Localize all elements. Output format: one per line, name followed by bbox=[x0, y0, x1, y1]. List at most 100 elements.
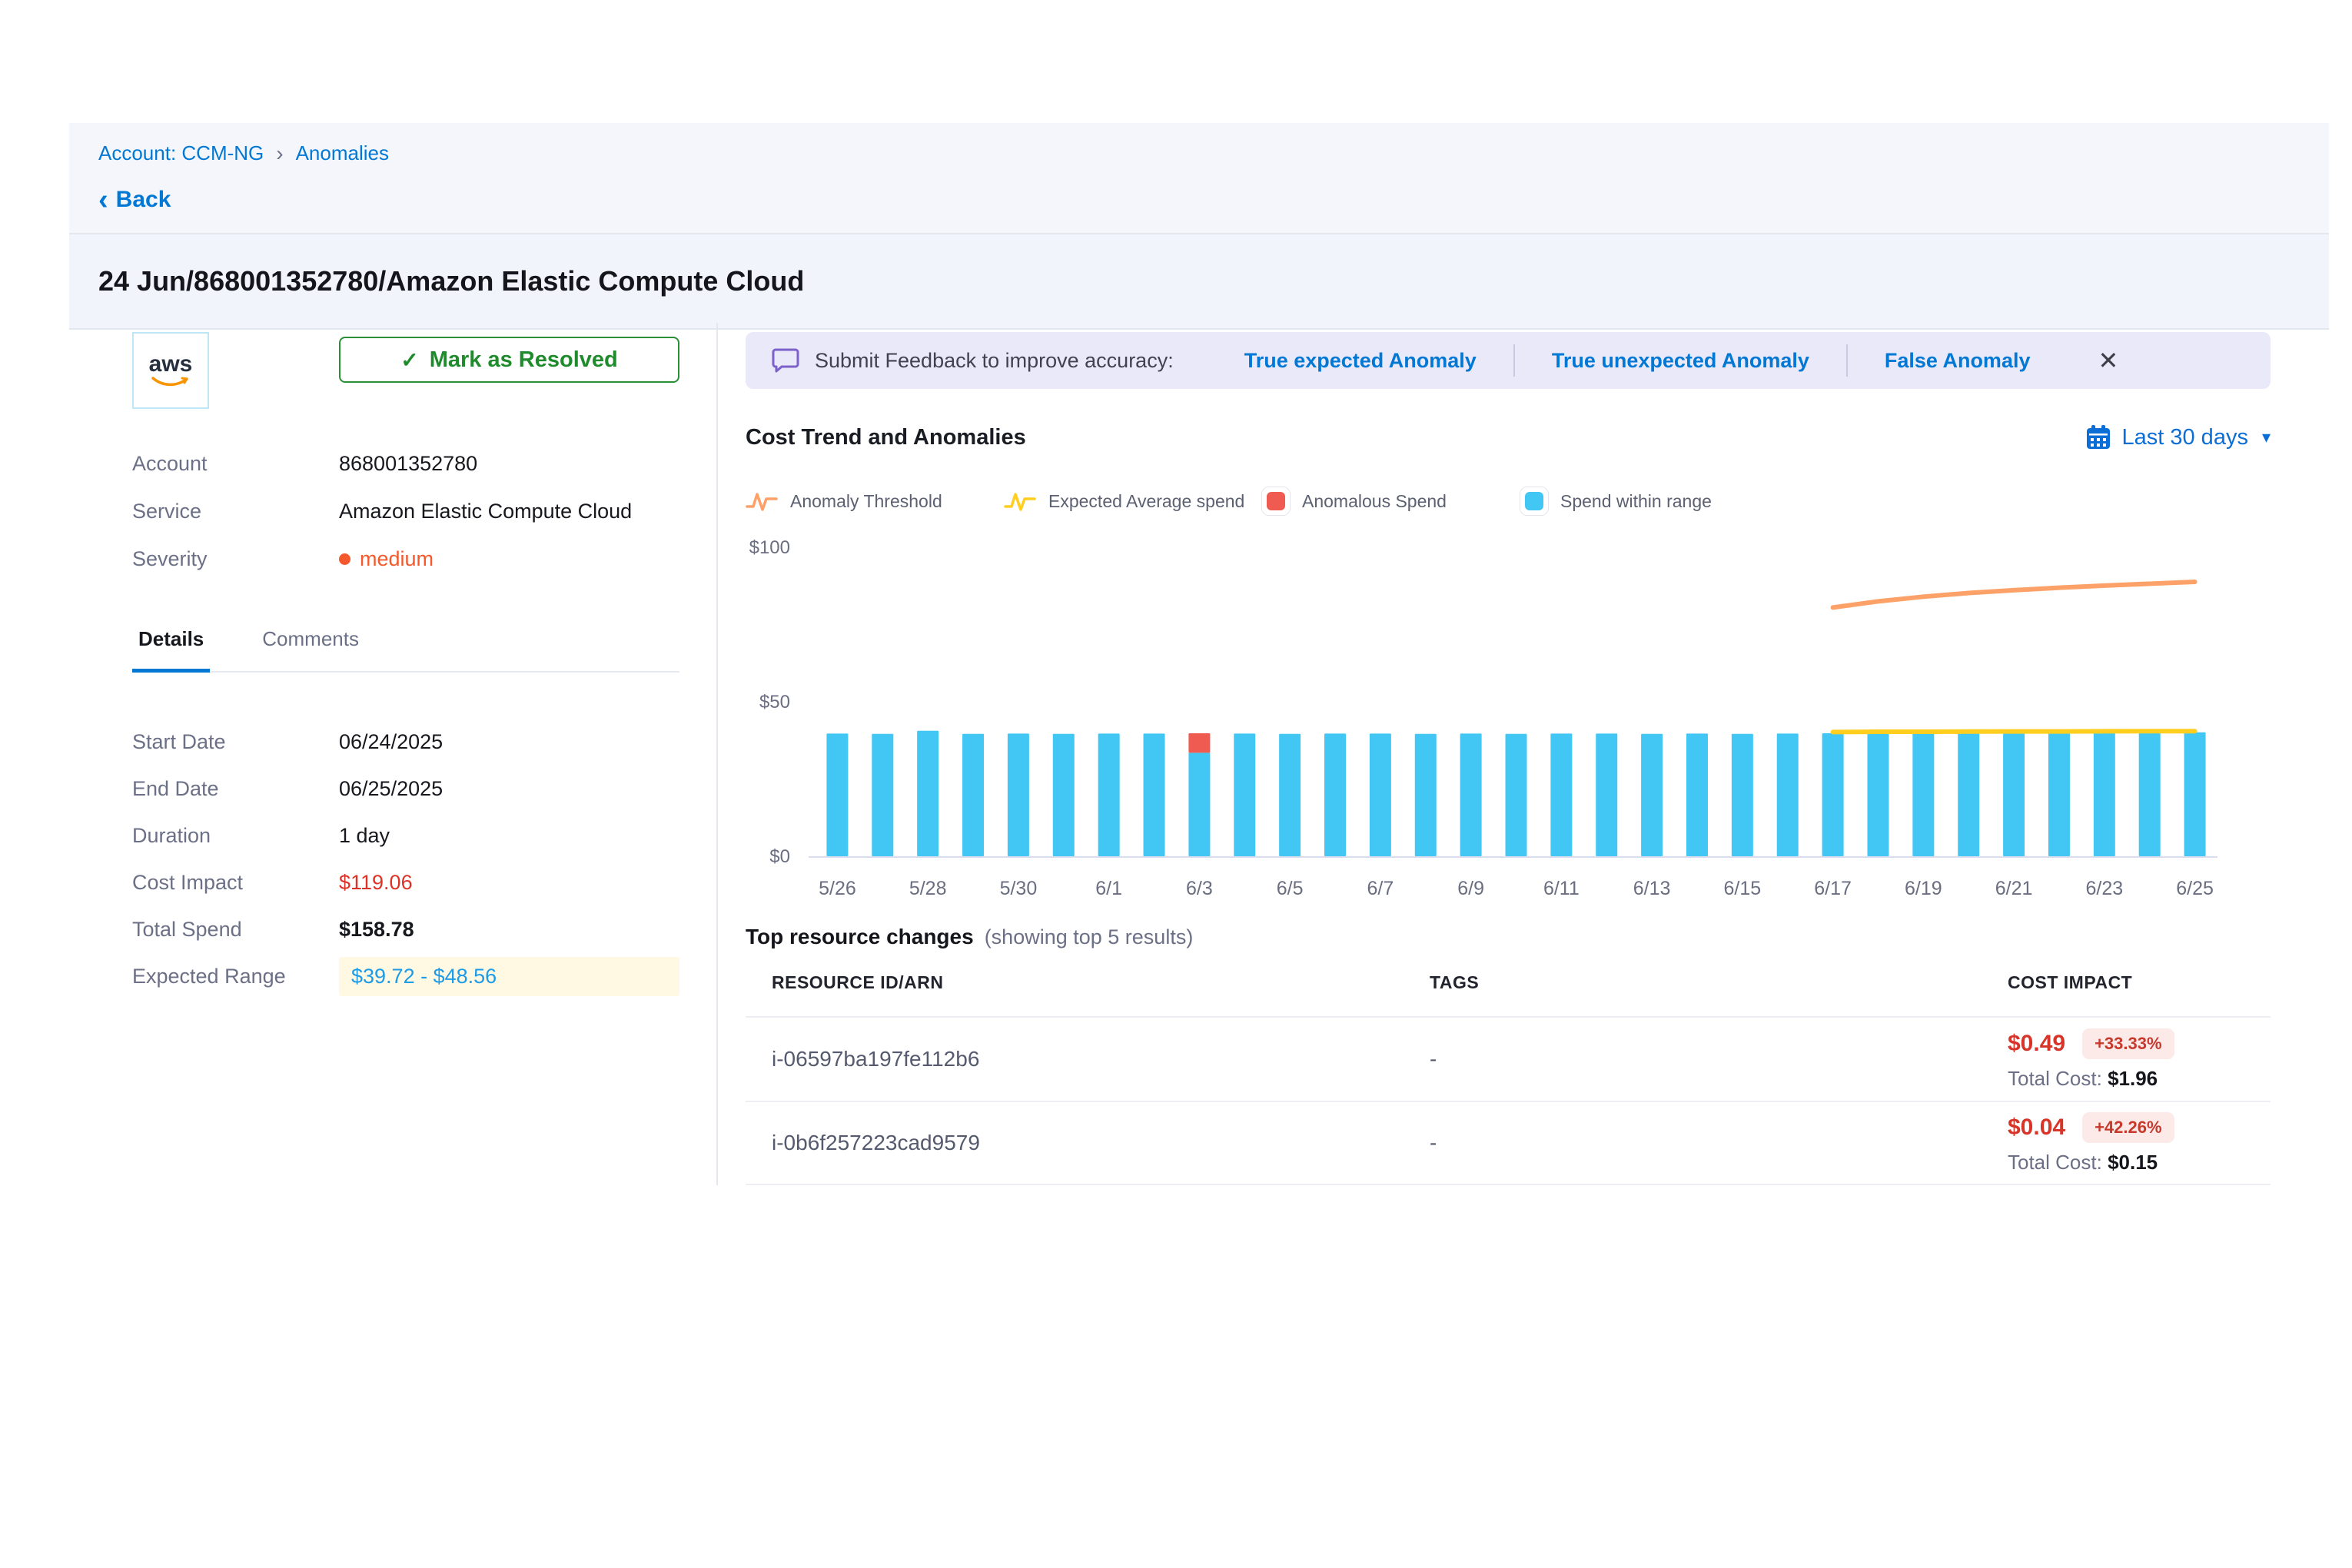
feedback-option[interactable]: True expected Anomaly bbox=[1208, 349, 1513, 373]
bar-spend-within-range bbox=[1279, 734, 1301, 856]
x-axis-tick-label: 6/9 bbox=[1457, 878, 1484, 899]
chart-legend: Anomaly ThresholdExpected Average spend A… bbox=[746, 487, 2271, 515]
legend-square-icon bbox=[1262, 487, 1290, 515]
chevron-down-icon: ▾ bbox=[2262, 427, 2271, 447]
detail-row-label: Cost Impact bbox=[132, 871, 339, 895]
bar-spend-within-range bbox=[826, 733, 848, 856]
tab-comments[interactable]: Comments bbox=[256, 627, 365, 671]
x-axis-tick-label: 6/11 bbox=[1543, 878, 1580, 899]
resource-tags: - bbox=[1430, 1047, 2008, 1071]
page-header: Account: CCM-NG › Anomalies ‹ Back 24 Ju… bbox=[69, 123, 2329, 330]
resources-table-body: i-06597ba197fe112b6-$0.49+33.33%Total Co… bbox=[746, 1016, 2271, 1185]
summary-row-label: Severity bbox=[132, 547, 339, 571]
bar-spend-within-range bbox=[1732, 734, 1753, 856]
bar-spend-within-range bbox=[1144, 733, 1165, 856]
x-axis-tick-label: 6/25 bbox=[2176, 878, 2214, 899]
x-axis-tick-label: 6/19 bbox=[1905, 878, 1942, 899]
close-icon[interactable]: ✕ bbox=[2098, 348, 2118, 373]
resources-title: Top resource changes bbox=[746, 925, 974, 949]
date-range-picker[interactable]: Last 30 days ▾ bbox=[2085, 424, 2271, 450]
summary-top-row: aws ✓ Mark as Resolved bbox=[132, 332, 679, 409]
detail-row-value: 06/25/2025 bbox=[339, 777, 443, 801]
detail-row-value: 1 day bbox=[339, 824, 390, 848]
detail-row: Expected Range$39.72 - $48.56 bbox=[132, 953, 679, 1000]
summary-value-text: 868001352780 bbox=[339, 452, 477, 476]
total-cost-label: Total Cost: bbox=[2008, 1151, 2108, 1174]
line-anomaly-threshold bbox=[1833, 582, 2195, 607]
summary-rows: Account868001352780ServiceAmazon Elastic… bbox=[132, 440, 679, 583]
detail-rows: Start Date06/24/2025End Date06/25/2025Du… bbox=[132, 719, 679, 1000]
legend-item[interactable]: Anomaly Threshold bbox=[746, 487, 1004, 515]
x-axis-tick-label: 5/26 bbox=[819, 878, 856, 899]
legend-item[interactable]: Anomalous Spend bbox=[1262, 487, 1520, 515]
detail-row-label: Expected Range bbox=[132, 965, 339, 988]
mark-as-resolved-button[interactable]: ✓ Mark as Resolved bbox=[339, 337, 679, 383]
feedback-option[interactable]: False Anomaly bbox=[1848, 349, 2068, 373]
x-axis-tick-label: 6/1 bbox=[1095, 878, 1122, 899]
summary-row: Account868001352780 bbox=[132, 440, 679, 487]
detail-row-value: 06/24/2025 bbox=[339, 730, 443, 754]
total-cost-value: $0.15 bbox=[2108, 1151, 2158, 1174]
main-content: aws ✓ Mark as Resolved Account8680013527… bbox=[69, 323, 2329, 1185]
bar-spend-within-range bbox=[1958, 733, 1979, 856]
bar-spend-within-range bbox=[917, 731, 938, 856]
resources-subtitle: (showing top 5 results) bbox=[985, 925, 1194, 949]
legend-item[interactable]: Spend within range bbox=[1520, 487, 1779, 515]
legend-square-fill bbox=[1525, 492, 1543, 510]
aws-logo-text: aws bbox=[149, 353, 193, 376]
y-axis-tick-label: $50 bbox=[759, 692, 790, 713]
x-axis-tick-label: 6/23 bbox=[2085, 878, 2123, 899]
bar-spend-within-range bbox=[1370, 733, 1391, 856]
total-cost-label: Total Cost: bbox=[2008, 1067, 2108, 1090]
detail-row: Duration1 day bbox=[132, 812, 679, 859]
bar-spend-within-range bbox=[2139, 733, 2161, 856]
breadcrumb-anomalies-link[interactable]: Anomalies bbox=[296, 141, 389, 165]
detail-row-label: Start Date bbox=[132, 730, 339, 754]
feedback-option[interactable]: True unexpected Anomaly bbox=[1515, 349, 1846, 373]
back-chevron-icon: ‹ bbox=[98, 188, 108, 211]
x-axis-tick-label: 6/5 bbox=[1277, 878, 1304, 899]
detail-row-value: $39.72 - $48.56 bbox=[339, 957, 679, 996]
chart-header: Cost Trend and Anomalies Last 30 days ▾ bbox=[746, 424, 2271, 450]
cost-impact-percent-badge: +33.33% bbox=[2082, 1028, 2174, 1059]
x-axis-tick-label: 5/28 bbox=[909, 878, 947, 899]
bar-spend-within-range bbox=[1506, 734, 1527, 856]
detail-row-label: End Date bbox=[132, 777, 339, 801]
resource-id: i-06597ba197fe112b6 bbox=[772, 1047, 1430, 1071]
legend-item[interactable]: Expected Average spend bbox=[1004, 487, 1262, 515]
bar-spend-within-range bbox=[1188, 752, 1210, 856]
resource-tags: - bbox=[1430, 1131, 2008, 1155]
bar-spend-within-range bbox=[1596, 733, 1617, 856]
calendar-icon bbox=[2085, 424, 2111, 450]
total-cost-value: $1.96 bbox=[2108, 1067, 2158, 1090]
resources-column-header: COST IMPACT bbox=[2008, 972, 2271, 993]
cost-impact-line: $0.04+42.26% bbox=[2008, 1112, 2271, 1143]
page-title: 24 Jun/868001352780/Amazon Elastic Compu… bbox=[69, 233, 2329, 330]
cost-trend-chart-svg: $0$50$1005/265/285/306/16/36/56/76/96/11… bbox=[746, 521, 2271, 909]
detail-row: Total Spend$158.78 bbox=[132, 906, 679, 953]
resource-cost-impact: $0.04+42.26% Total Cost: $0.15 bbox=[2008, 1112, 2271, 1174]
bar-spend-within-range bbox=[1550, 733, 1572, 856]
y-axis-tick-label: $100 bbox=[749, 537, 790, 558]
summary-value-text: Amazon Elastic Compute Cloud bbox=[339, 500, 632, 523]
resources-header: Top resource changes (showing top 5 resu… bbox=[746, 925, 2271, 949]
back-button[interactable]: ‹ Back bbox=[98, 187, 2300, 213]
legend-label: Anomalous Spend bbox=[1302, 491, 1447, 512]
detail-row: End Date06/25/2025 bbox=[132, 766, 679, 812]
severity-dot-icon bbox=[339, 553, 350, 565]
chart-title: Cost Trend and Anomalies bbox=[746, 425, 1026, 450]
bar-spend-within-range bbox=[1053, 734, 1075, 856]
detail-row-label: Total Spend bbox=[132, 918, 339, 942]
feedback-prompt: Submit Feedback to improve accuracy: bbox=[815, 349, 1174, 373]
bar-spend-within-range bbox=[1912, 733, 1934, 856]
bar-spend-within-range bbox=[2094, 733, 2115, 856]
tab-details[interactable]: Details bbox=[132, 627, 210, 671]
line-expected-average-spend bbox=[1833, 731, 2195, 732]
bar-anomalous-spend bbox=[1188, 733, 1210, 752]
tabs: Details Comments bbox=[132, 627, 679, 673]
breadcrumb-account-link[interactable]: Account: CCM-NG bbox=[98, 141, 264, 165]
detail-row: Cost Impact$119.06 bbox=[132, 859, 679, 906]
total-cost-line: Total Cost: $1.96 bbox=[2008, 1067, 2271, 1091]
anomaly-summary-panel: aws ✓ Mark as Resolved Account8680013527… bbox=[69, 323, 716, 1185]
summary-row: Severitymedium bbox=[132, 535, 679, 583]
